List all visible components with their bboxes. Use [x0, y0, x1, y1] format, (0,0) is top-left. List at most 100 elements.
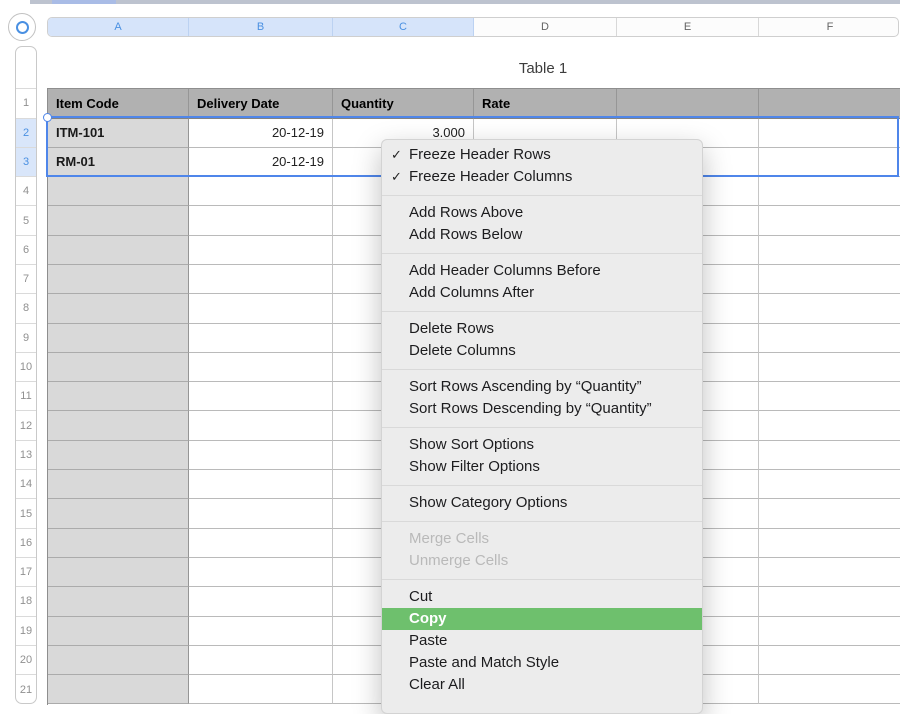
cell-B3[interactable]: 20-12-19	[189, 148, 333, 177]
cell-F6[interactable]	[759, 236, 900, 265]
row-header-19[interactable]: 19	[16, 617, 36, 646]
cell-B19[interactable]	[189, 617, 333, 646]
row-header-4[interactable]: 4	[16, 177, 36, 206]
cell-A14[interactable]	[48, 470, 189, 499]
row-header-20[interactable]: 20	[16, 646, 36, 675]
menu-item-freeze-header-columns[interactable]: ✓Freeze Header Columns	[382, 166, 702, 188]
menu-item-show-category-options[interactable]: Show Category Options	[382, 492, 702, 514]
cell-F17[interactable]	[759, 558, 900, 587]
menu-item-paste[interactable]: Paste	[382, 630, 702, 652]
cell-F3[interactable]	[759, 148, 900, 177]
row-header-12[interactable]: 12	[16, 411, 36, 440]
cell-A5[interactable]	[48, 206, 189, 235]
cell-B21[interactable]	[189, 675, 333, 704]
row-header-1[interactable]: 1	[16, 89, 36, 119]
menu-item-add-columns-after[interactable]: Add Columns After	[382, 282, 702, 304]
row-header-2[interactable]: 2	[16, 119, 36, 148]
cell-F10[interactable]	[759, 353, 900, 382]
cell-B10[interactable]	[189, 353, 333, 382]
cell-A10[interactable]	[48, 353, 189, 382]
cell-B9[interactable]	[189, 324, 333, 353]
cell-F12[interactable]	[759, 411, 900, 440]
cell-F2[interactable]	[759, 119, 900, 148]
cell-B14[interactable]	[189, 470, 333, 499]
cell-F7[interactable]	[759, 265, 900, 294]
header-cell-e1[interactable]	[617, 89, 759, 119]
cell-B15[interactable]	[189, 499, 333, 528]
cell-A6[interactable]	[48, 236, 189, 265]
row-header-14[interactable]: 14	[16, 470, 36, 499]
cell-F11[interactable]	[759, 382, 900, 411]
row-header-15[interactable]: 15	[16, 499, 36, 528]
cell-A18[interactable]	[48, 587, 189, 616]
row-header-11[interactable]: 11	[16, 382, 36, 411]
menu-item-add-header-columns-before[interactable]: Add Header Columns Before	[382, 260, 702, 282]
cell-B13[interactable]	[189, 441, 333, 470]
cell-A11[interactable]	[48, 382, 189, 411]
cell-B17[interactable]	[189, 558, 333, 587]
menu-item-add-rows-above[interactable]: Add Rows Above	[382, 202, 702, 224]
row-header-7[interactable]: 7	[16, 265, 36, 294]
header-cell-f1[interactable]	[759, 89, 900, 119]
row-header-13[interactable]: 13	[16, 441, 36, 470]
row-header-17[interactable]: 17	[16, 558, 36, 587]
table-select-handle[interactable]	[8, 13, 36, 41]
menu-item-paste-and-match-style[interactable]: Paste and Match Style	[382, 652, 702, 674]
header-cell-quantity[interactable]: Quantity	[333, 89, 474, 119]
cell-A13[interactable]	[48, 441, 189, 470]
cell-B7[interactable]	[189, 265, 333, 294]
header-cell-item-code[interactable]: Item Code	[48, 89, 189, 119]
cell-A16[interactable]	[48, 529, 189, 558]
cell-F20[interactable]	[759, 646, 900, 675]
column-header-a[interactable]: A	[48, 18, 189, 36]
row-header-16[interactable]: 16	[16, 529, 36, 558]
cell-A9[interactable]	[48, 324, 189, 353]
cell-A17[interactable]	[48, 558, 189, 587]
cell-F8[interactable]	[759, 294, 900, 323]
cell-A7[interactable]	[48, 265, 189, 294]
row-header-5[interactable]: 5	[16, 206, 36, 235]
row-header-21[interactable]: 21	[16, 675, 36, 704]
menu-item-delete-rows[interactable]: Delete Rows	[382, 318, 702, 340]
cell-F4[interactable]	[759, 177, 900, 206]
cell-A20[interactable]	[48, 646, 189, 675]
column-header-c[interactable]: C	[333, 18, 474, 36]
cell-F19[interactable]	[759, 617, 900, 646]
cell-A8[interactable]	[48, 294, 189, 323]
menu-item-clear-all[interactable]: Clear All	[382, 674, 702, 696]
cell-F21[interactable]	[759, 675, 900, 704]
cell-F14[interactable]	[759, 470, 900, 499]
column-header-b[interactable]: B	[189, 18, 333, 36]
row-header-9[interactable]: 9	[16, 324, 36, 353]
cell-B11[interactable]	[189, 382, 333, 411]
cell-F18[interactable]	[759, 587, 900, 616]
menu-item-delete-columns[interactable]: Delete Columns	[382, 340, 702, 362]
menu-item-show-filter-options[interactable]: Show Filter Options	[382, 456, 702, 478]
cell-A4[interactable]	[48, 177, 189, 206]
row-header-6[interactable]: 6	[16, 236, 36, 265]
row-header-18[interactable]: 18	[16, 587, 36, 616]
cell-B12[interactable]	[189, 411, 333, 440]
cell-B18[interactable]	[189, 587, 333, 616]
menu-item-sort-rows-descending-by-quantity[interactable]: Sort Rows Descending by “Quantity”	[382, 398, 702, 420]
menu-item-copy[interactable]: Copy	[382, 608, 702, 630]
cell-B5[interactable]	[189, 206, 333, 235]
cell-B4[interactable]	[189, 177, 333, 206]
menu-item-freeze-header-rows[interactable]: ✓Freeze Header Rows	[382, 144, 702, 166]
row-header-3[interactable]: 3	[16, 148, 36, 177]
menu-item-sort-rows-ascending-by-quantity[interactable]: Sort Rows Ascending by “Quantity”	[382, 376, 702, 398]
menu-item-show-sort-options[interactable]: Show Sort Options	[382, 434, 702, 456]
row-header-10[interactable]: 10	[16, 353, 36, 382]
cell-F5[interactable]	[759, 206, 900, 235]
row-header-8[interactable]: 8	[16, 294, 36, 323]
cell-B6[interactable]	[189, 236, 333, 265]
cell-A21[interactable]	[48, 675, 189, 704]
cell-F16[interactable]	[759, 529, 900, 558]
column-header-d[interactable]: D	[474, 18, 617, 36]
column-header-f[interactable]: F	[759, 18, 899, 36]
cell-A3[interactable]: RM-01	[48, 148, 189, 177]
menu-item-cut[interactable]: Cut	[382, 586, 702, 608]
cell-B2[interactable]: 20-12-19	[189, 119, 333, 148]
cell-A19[interactable]	[48, 617, 189, 646]
header-cell-delivery-date[interactable]: Delivery Date	[189, 89, 333, 119]
